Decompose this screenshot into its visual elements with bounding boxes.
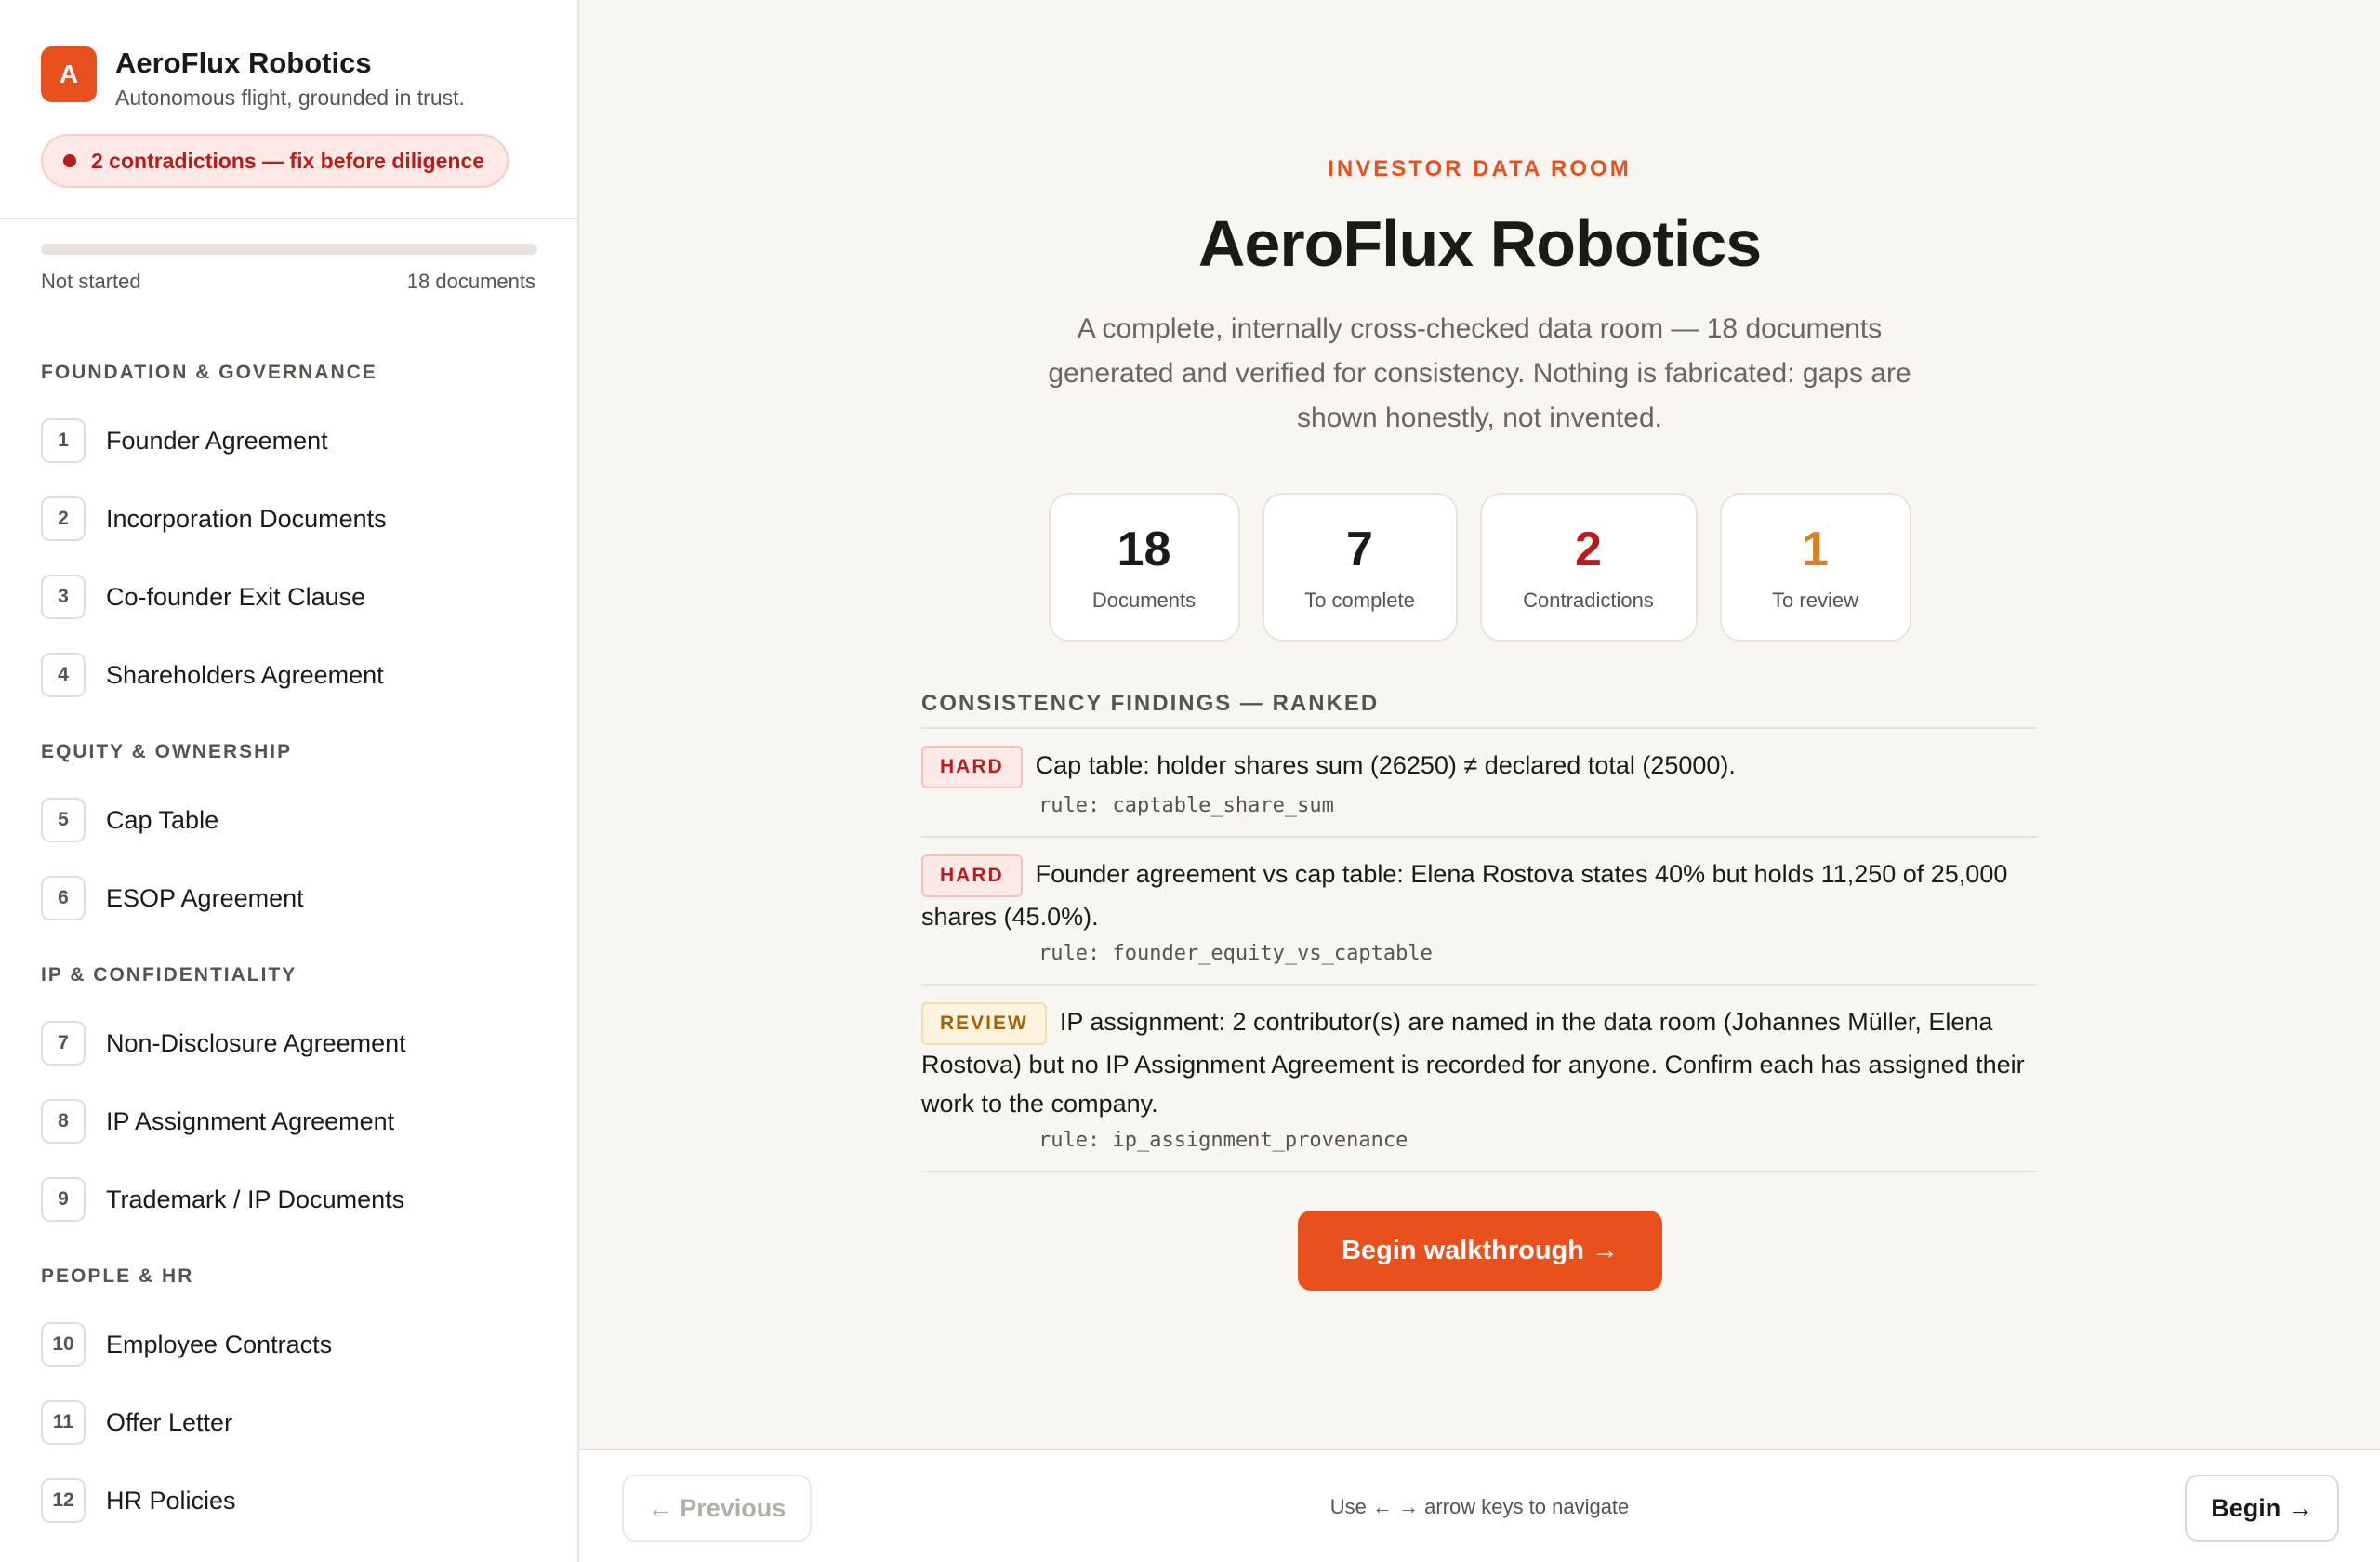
alert-dot-icon bbox=[63, 154, 76, 167]
brand-logo: A bbox=[41, 46, 97, 102]
nav-item-hr-policies[interactable]: 12 HR Policies bbox=[41, 1462, 543, 1540]
alert-text: 2 contradictions — fix before diligence bbox=[91, 148, 485, 173]
nav-item-number: 6 bbox=[41, 876, 86, 920]
stat-label: Contradictions bbox=[1523, 589, 1654, 612]
progress-bar bbox=[41, 244, 537, 255]
nav-item-ip-assignment-agreement[interactable]: 8 IP Assignment Agreement bbox=[41, 1082, 543, 1160]
progress-doc-count: 18 documents bbox=[406, 270, 536, 293]
nav-item-employee-contracts[interactable]: 10 Employee Contracts bbox=[41, 1305, 543, 1383]
stat-card-to-complete: 7 To complete bbox=[1262, 493, 1458, 642]
begin-button[interactable]: Begin → bbox=[2185, 1475, 2339, 1542]
nav-item-number: 3 bbox=[41, 575, 86, 619]
stat-card-to-review: 1 To review bbox=[1719, 493, 1911, 642]
stat-value: 1 bbox=[1802, 523, 1829, 576]
company-tagline: Autonomous flight, grounded in trust. bbox=[115, 86, 465, 110]
nav-item-label: Trademark / IP Documents bbox=[106, 1185, 405, 1213]
footer-nav: ← Previous Use ← → arrow keys to navigat… bbox=[579, 1449, 2380, 1562]
finding-text: HARD Founder agreement vs cap table: Elen… bbox=[921, 854, 2037, 936]
nav-section-title: PEOPLE & HR bbox=[41, 1265, 194, 1287]
nav-item-founder-agreement[interactable]: 1 Founder Agreement bbox=[41, 402, 543, 480]
sidebar-divider bbox=[0, 218, 577, 219]
stat-label: To review bbox=[1772, 589, 1858, 612]
sidebar: A AeroFlux Robotics Autonomous flight, g… bbox=[0, 0, 579, 1562]
progress-status: Not started bbox=[41, 270, 141, 293]
eyebrow-label: INVESTOR DATA ROOM bbox=[1328, 156, 1632, 181]
nav-section-title: FOUNDATION & GOVERNANCE bbox=[41, 362, 377, 383]
nav-item-number: 10 bbox=[41, 1322, 86, 1367]
nav-item-number: 11 bbox=[41, 1400, 86, 1445]
stat-value: 18 bbox=[1117, 523, 1171, 576]
nav-item-label: Offer Letter bbox=[106, 1408, 233, 1436]
stat-label: To complete bbox=[1304, 589, 1415, 612]
finding-item: REVIEW IP assignment: 2 contributor(s) ar… bbox=[921, 986, 2037, 1172]
nav-item-number: 4 bbox=[41, 653, 86, 697]
finding-text: REVIEW IP assignment: 2 contributor(s) ar… bbox=[921, 1002, 2037, 1123]
company-name: AeroFlux Robotics bbox=[115, 46, 372, 79]
stat-card-documents: 18 Documents bbox=[1048, 493, 1240, 642]
nav-item-incorporation-documents[interactable]: 2 Incorporation Documents bbox=[41, 480, 543, 558]
page-title: AeroFlux Robotics bbox=[1197, 207, 1762, 280]
nav-item-number: 5 bbox=[41, 798, 86, 842]
page-subtitle: A complete, internally cross-checked dat… bbox=[1048, 313, 1911, 433]
nav-item-label: ESOP Agreement bbox=[106, 883, 304, 912]
nav-item-shareholders-agreement[interactable]: 4 Shareholders Agreement bbox=[41, 636, 543, 714]
nav-item-cap-table[interactable]: 5 Cap Table bbox=[41, 781, 543, 859]
nav-item-trademark-ip-documents[interactable]: 9 Trademark / IP Documents bbox=[41, 1160, 543, 1238]
nav-section-title: IP & CONFIDENTIALITY bbox=[41, 964, 298, 986]
stat-label: Documents bbox=[1091, 589, 1197, 612]
nav-item-number: 1 bbox=[41, 418, 86, 463]
nav-item-label: Employee Contracts bbox=[106, 1330, 333, 1358]
findings-heading: CONSISTENCY FINDINGS — RANKED bbox=[921, 688, 2037, 729]
finding-item: HARD Cap table: holder shares sum (26250)… bbox=[921, 729, 2037, 838]
severity-badge-hard: HARD bbox=[921, 854, 1023, 897]
keyboard-hint: Use ← → arrow keys to navigate bbox=[1329, 1495, 1630, 1518]
finding-rule: rule: founder_equity_vs_captable bbox=[1038, 942, 1433, 965]
nav-item-label: Cap Table bbox=[106, 805, 219, 834]
nav-item-label: Non-Disclosure Agreement bbox=[106, 1028, 406, 1057]
document-nav: FOUNDATION & GOVERNANCE 1 Founder Agreem… bbox=[41, 357, 543, 1540]
stat-value: 7 bbox=[1346, 523, 1373, 576]
nav-item-label: IP Assignment Agreement bbox=[106, 1106, 395, 1135]
finding-message: IP assignment: 2 contributor(s) are name… bbox=[921, 1008, 2025, 1118]
consistency-findings: CONSISTENCY FINDINGS — RANKED HARD Cap ta… bbox=[921, 688, 2037, 1172]
nav-item-esop-agreement[interactable]: 6 ESOP Agreement bbox=[41, 859, 543, 937]
finding-rule: rule: captable_share_sum bbox=[1038, 794, 1334, 817]
main-content: INVESTOR DATA ROOM AeroFlux Robotics A c… bbox=[579, 0, 2380, 1449]
finding-message: Cap table: holder shares sum (26250) ≠ d… bbox=[1035, 751, 1736, 780]
finding-message: Founder agreement vs cap table: Elena Ro… bbox=[921, 860, 2008, 931]
nav-item-number: 2 bbox=[41, 496, 86, 541]
brand-header: A AeroFlux Robotics Autonomous flight, g… bbox=[41, 45, 465, 113]
stat-value: 2 bbox=[1575, 523, 1602, 576]
finding-item: HARD Founder agreement vs cap table: Elen… bbox=[921, 838, 2037, 986]
finding-text: HARD Cap table: holder shares sum (26250)… bbox=[921, 746, 2037, 788]
stat-card-contradictions: 2 Contradictions bbox=[1479, 493, 1698, 642]
nav-item-label: Founder Agreement bbox=[106, 426, 328, 455]
nav-item-cofounder-exit-clause[interactable]: 3 Co-founder Exit Clause bbox=[41, 558, 543, 636]
nav-section-title: EQUITY & OWNERSHIP bbox=[41, 741, 293, 762]
nav-item-label: Shareholders Agreement bbox=[106, 660, 384, 689]
nav-item-number: 9 bbox=[41, 1177, 86, 1222]
finding-rule: rule: ip_assignment_provenance bbox=[1038, 1129, 1408, 1152]
begin-walkthrough-button[interactable]: Begin walkthrough → bbox=[1298, 1211, 1662, 1291]
nav-item-offer-letter[interactable]: 11 Offer Letter bbox=[41, 1383, 543, 1462]
severity-badge-review: REVIEW bbox=[921, 1002, 1047, 1045]
nav-item-label: HR Policies bbox=[106, 1486, 236, 1515]
severity-badge-hard: HARD bbox=[921, 746, 1023, 788]
nav-item-nda[interactable]: 7 Non-Disclosure Agreement bbox=[41, 1004, 543, 1082]
nav-item-label: Incorporation Documents bbox=[106, 504, 387, 533]
nav-item-number: 7 bbox=[41, 1021, 86, 1066]
stats-row: 18 Documents 7 To complete 2 Contradicti… bbox=[579, 493, 2380, 642]
contradictions-alert-badge[interactable]: 2 contradictions — fix before diligence bbox=[41, 134, 509, 188]
nav-item-number: 12 bbox=[41, 1478, 86, 1523]
nav-item-label: Co-founder Exit Clause bbox=[106, 582, 366, 611]
nav-item-number: 8 bbox=[41, 1099, 86, 1144]
